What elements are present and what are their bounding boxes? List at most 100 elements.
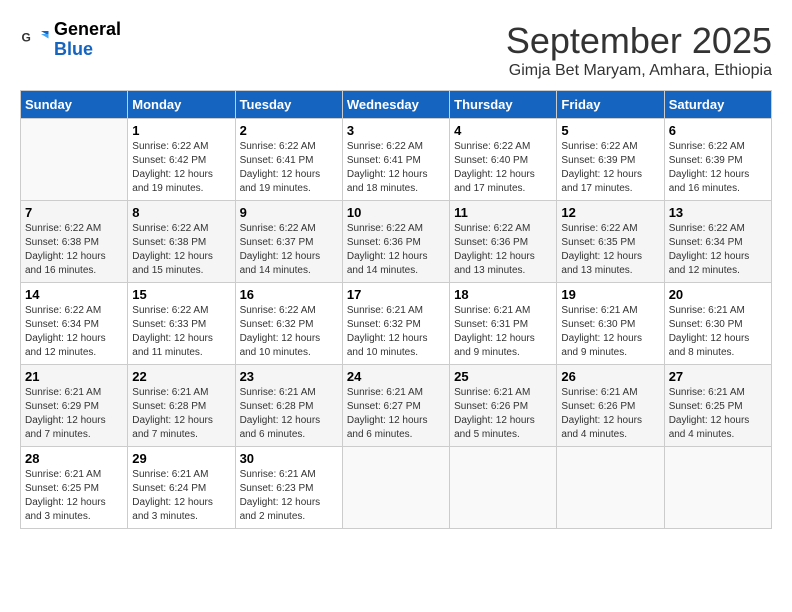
day-info: Sunrise: 6:21 AM Sunset: 6:26 PM Dayligh…: [454, 386, 552, 442]
day-number: 10: [347, 205, 445, 220]
day-info: Sunrise: 6:21 AM Sunset: 6:31 PM Dayligh…: [454, 304, 552, 360]
day-number: 30: [240, 451, 338, 466]
calendar-day-cell: [557, 447, 664, 529]
calendar-day-cell: 9 Sunrise: 6:22 AM Sunset: 6:37 PM Daylig…: [235, 201, 342, 283]
weekday-header-cell: Monday: [128, 91, 235, 119]
weekday-header-cell: Tuesday: [235, 91, 342, 119]
calendar-day-cell: 28Sunrise: 6:21 AM Sunset: 6:25 PM Dayli…: [21, 447, 128, 529]
day-number: 11: [454, 205, 552, 220]
logo: G General Blue: [20, 20, 121, 60]
calendar-day-cell: 25 Sunrise: 6:21 AM Sunset: 6:26 PM Dayli…: [450, 365, 557, 447]
svg-text:G: G: [22, 30, 31, 44]
weekday-header-cell: Saturday: [664, 91, 771, 119]
calendar-day-cell: 15 Sunrise: 6:22 AM Sunset: 6:33 PM Dayli…: [128, 283, 235, 365]
day-info: Sunrise: 6:22 AM Sunset: 6:41 PM Dayligh…: [347, 140, 445, 196]
calendar-week-row: 1Sunrise: 6:22 AM Sunset: 6:42 PM Daylig…: [21, 119, 772, 201]
calendar-day-cell: 17 Sunrise: 6:21 AM Sunset: 6:32 PM Dayli…: [342, 283, 449, 365]
calendar-day-cell: 26Sunrise: 6:21 AM Sunset: 6:26 PM Dayli…: [557, 365, 664, 447]
calendar-day-cell: 4 Sunrise: 6:22 AM Sunset: 6:40 PM Daylig…: [450, 119, 557, 201]
logo-icon: G: [20, 25, 50, 55]
calendar-week-row: 14 Sunrise: 6:22 AM Sunset: 6:34 PM Dayli…: [21, 283, 772, 365]
day-number: 1: [132, 123, 230, 138]
day-info: Sunrise: 6:22 AM Sunset: 6:39 PM Dayligh…: [561, 140, 659, 196]
day-info: Sunrise: 6:22 AM Sunset: 6:33 PM Dayligh…: [132, 304, 230, 360]
day-number: 25: [454, 369, 552, 384]
day-info: Sunrise: 6:21 AM Sunset: 6:29 PM Dayligh…: [25, 386, 123, 442]
calendar-day-cell: 7Sunrise: 6:22 AM Sunset: 6:38 PM Daylig…: [21, 201, 128, 283]
calendar-day-cell: 14 Sunrise: 6:22 AM Sunset: 6:34 PM Dayli…: [21, 283, 128, 365]
day-number: 19: [561, 287, 659, 302]
weekday-header-cell: Thursday: [450, 91, 557, 119]
day-number: 24: [347, 369, 445, 384]
day-number: 27: [669, 369, 767, 384]
calendar-week-row: 21Sunrise: 6:21 AM Sunset: 6:29 PM Dayli…: [21, 365, 772, 447]
calendar-day-cell: 22Sunrise: 6:21 AM Sunset: 6:28 PM Dayli…: [128, 365, 235, 447]
day-info: Sunrise: 6:21 AM Sunset: 6:25 PM Dayligh…: [669, 386, 767, 442]
weekday-header-cell: Wednesday: [342, 91, 449, 119]
calendar-day-cell: 23 Sunrise: 6:21 AM Sunset: 6:28 PM Dayli…: [235, 365, 342, 447]
day-number: 15: [132, 287, 230, 302]
day-number: 23: [240, 369, 338, 384]
day-info: Sunrise: 6:21 AM Sunset: 6:24 PM Dayligh…: [132, 468, 230, 524]
day-number: 2: [240, 123, 338, 138]
day-info: Sunrise: 6:22 AM Sunset: 6:36 PM Dayligh…: [454, 222, 552, 278]
day-number: 29: [132, 451, 230, 466]
day-number: 12: [561, 205, 659, 220]
calendar-day-cell: 1Sunrise: 6:22 AM Sunset: 6:42 PM Daylig…: [128, 119, 235, 201]
day-info: Sunrise: 6:22 AM Sunset: 6:34 PM Dayligh…: [669, 222, 767, 278]
day-info: Sunrise: 6:22 AM Sunset: 6:38 PM Dayligh…: [25, 222, 123, 278]
calendar-day-cell: 19Sunrise: 6:21 AM Sunset: 6:30 PM Dayli…: [557, 283, 664, 365]
day-number: 4: [454, 123, 552, 138]
weekday-header-cell: Sunday: [21, 91, 128, 119]
calendar-day-cell: [450, 447, 557, 529]
day-info: Sunrise: 6:22 AM Sunset: 6:38 PM Dayligh…: [132, 222, 230, 278]
day-info: Sunrise: 6:21 AM Sunset: 6:23 PM Dayligh…: [240, 468, 338, 524]
day-number: 16: [240, 287, 338, 302]
calendar-day-cell: 24 Sunrise: 6:21 AM Sunset: 6:27 PM Dayli…: [342, 365, 449, 447]
day-info: Sunrise: 6:21 AM Sunset: 6:28 PM Dayligh…: [240, 386, 338, 442]
calendar-day-cell: 8 Sunrise: 6:22 AM Sunset: 6:38 PM Daylig…: [128, 201, 235, 283]
day-info: Sunrise: 6:22 AM Sunset: 6:35 PM Dayligh…: [561, 222, 659, 278]
calendar-day-cell: [342, 447, 449, 529]
day-number: 8: [132, 205, 230, 220]
day-number: 5: [561, 123, 659, 138]
day-number: 9: [240, 205, 338, 220]
calendar-day-cell: 20Sunrise: 6:21 AM Sunset: 6:30 PM Dayli…: [664, 283, 771, 365]
day-number: 14: [25, 287, 123, 302]
day-number: 13: [669, 205, 767, 220]
calendar-day-cell: 5 Sunrise: 6:22 AM Sunset: 6:39 PM Daylig…: [557, 119, 664, 201]
day-info: Sunrise: 6:22 AM Sunset: 6:41 PM Dayligh…: [240, 140, 338, 196]
calendar-day-cell: 3 Sunrise: 6:22 AM Sunset: 6:41 PM Daylig…: [342, 119, 449, 201]
calendar-week-row: 28Sunrise: 6:21 AM Sunset: 6:25 PM Dayli…: [21, 447, 772, 529]
calendar-day-cell: 21Sunrise: 6:21 AM Sunset: 6:29 PM Dayli…: [21, 365, 128, 447]
day-info: Sunrise: 6:22 AM Sunset: 6:36 PM Dayligh…: [347, 222, 445, 278]
subtitle: Gimja Bet Maryam, Amhara, Ethiopia: [506, 62, 772, 80]
day-info: Sunrise: 6:22 AM Sunset: 6:34 PM Dayligh…: [25, 304, 123, 360]
calendar-day-cell: 16Sunrise: 6:22 AM Sunset: 6:32 PM Dayli…: [235, 283, 342, 365]
weekday-header-cell: Friday: [557, 91, 664, 119]
calendar-day-cell: 30 Sunrise: 6:21 AM Sunset: 6:23 PM Dayli…: [235, 447, 342, 529]
calendar-day-cell: 18 Sunrise: 6:21 AM Sunset: 6:31 PM Dayli…: [450, 283, 557, 365]
calendar-day-cell: 27 Sunrise: 6:21 AM Sunset: 6:25 PM Dayli…: [664, 365, 771, 447]
weekday-header-row: SundayMondayTuesdayWednesdayThursdayFrid…: [21, 91, 772, 119]
calendar-body: 1Sunrise: 6:22 AM Sunset: 6:42 PM Daylig…: [21, 119, 772, 529]
calendar-day-cell: [21, 119, 128, 201]
calendar-day-cell: 12 Sunrise: 6:22 AM Sunset: 6:35 PM Dayli…: [557, 201, 664, 283]
calendar-day-cell: [664, 447, 771, 529]
day-number: 26: [561, 369, 659, 384]
day-info: Sunrise: 6:22 AM Sunset: 6:39 PM Dayligh…: [669, 140, 767, 196]
title-area: September 2025 Gimja Bet Maryam, Amhara,…: [506, 20, 772, 80]
calendar-day-cell: 11 Sunrise: 6:22 AM Sunset: 6:36 PM Dayli…: [450, 201, 557, 283]
day-info: Sunrise: 6:22 AM Sunset: 6:37 PM Dayligh…: [240, 222, 338, 278]
day-info: Sunrise: 6:22 AM Sunset: 6:40 PM Dayligh…: [454, 140, 552, 196]
day-number: 18: [454, 287, 552, 302]
calendar-day-cell: 6Sunrise: 6:22 AM Sunset: 6:39 PM Daylig…: [664, 119, 771, 201]
calendar-day-cell: 13 Sunrise: 6:22 AM Sunset: 6:34 PM Dayli…: [664, 201, 771, 283]
calendar-day-cell: 29 Sunrise: 6:21 AM Sunset: 6:24 PM Dayli…: [128, 447, 235, 529]
day-number: 22: [132, 369, 230, 384]
calendar-week-row: 7Sunrise: 6:22 AM Sunset: 6:38 PM Daylig…: [21, 201, 772, 283]
day-info: Sunrise: 6:21 AM Sunset: 6:32 PM Dayligh…: [347, 304, 445, 360]
day-number: 3: [347, 123, 445, 138]
day-info: Sunrise: 6:21 AM Sunset: 6:27 PM Dayligh…: [347, 386, 445, 442]
day-number: 17: [347, 287, 445, 302]
